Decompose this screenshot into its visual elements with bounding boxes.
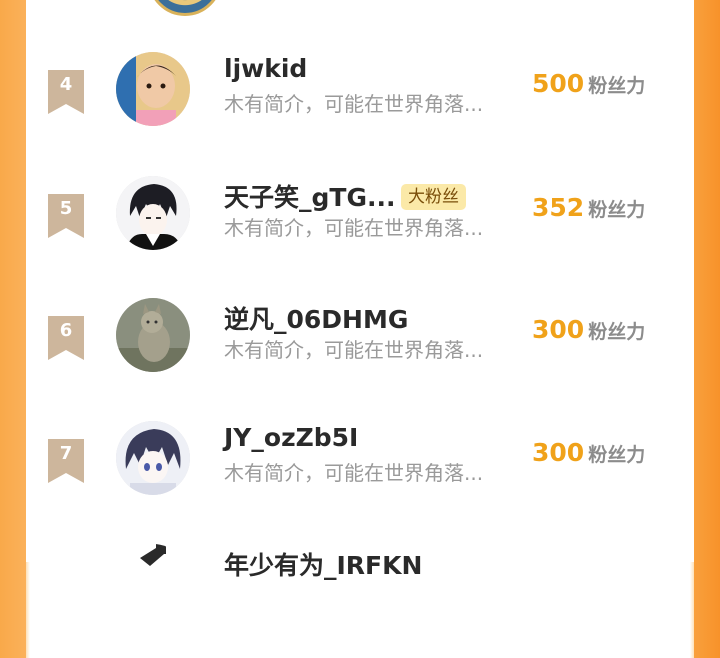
list-item[interactable]: 4 ljwkid 木有简介，可能在世界角落... 500 粉丝力 — [26, 52, 694, 166]
rank-badge: 6 — [48, 316, 84, 360]
avatar[interactable] — [116, 544, 190, 618]
rank-number: 4 — [59, 74, 73, 95]
rank-badge: 7 — [48, 439, 84, 483]
fan-power: 300 粉丝力 — [532, 438, 645, 467]
username[interactable]: JY_ozZb5I — [224, 423, 358, 452]
fan-power-unit: 粉丝力 — [588, 321, 646, 343]
rank-badge: 5 — [48, 194, 84, 238]
list-item[interactable]: 6 逆凡_06DHMG 木有简介，可能在世界角落... 300 粉丝力 — [26, 298, 694, 412]
rank-number: 7 — [59, 443, 73, 464]
avatar[interactable] — [116, 421, 190, 495]
list-item[interactable]: 年少有为_IRFKN — [26, 544, 694, 658]
avatar[interactable] — [116, 52, 190, 126]
username[interactable]: 年少有为_IRFKN — [224, 546, 422, 582]
fan-power-value: 300 — [532, 315, 585, 344]
fan-power: 352 粉丝力 — [532, 193, 645, 222]
fan-ranking-card: 4 ljwkid 木有简介，可能在世界角落... 500 粉丝力 5 天子笑_g… — [26, 0, 694, 618]
username[interactable]: 天子笑_gTG... — [224, 178, 395, 214]
fan-power-value: 352 — [532, 193, 585, 222]
avatar[interactable] — [116, 298, 190, 372]
rank-number: 6 — [59, 320, 73, 341]
list-item[interactable]: 5 天子笑_gTG... 大粉丝 木有简介，可能在世界角落... 352 粉丝力 — [26, 176, 694, 290]
list-item[interactable]: 7 JY_ozZb5I 木有简介，可能在世界角落... 300 粉丝力 — [26, 421, 694, 535]
fan-power-unit: 粉丝力 — [588, 444, 646, 466]
fan-power: 300 粉丝力 — [532, 315, 645, 344]
avatar[interactable] — [148, 0, 222, 16]
rank-number: 5 — [59, 198, 73, 219]
fan-power-unit: 粉丝力 — [588, 199, 646, 221]
rank-badge: 4 — [48, 70, 84, 114]
bio-text: 木有简介，可能在世界角落... — [224, 216, 484, 240]
username[interactable]: 逆凡_06DHMG — [224, 300, 408, 336]
status-badge: 大粉丝 — [401, 184, 466, 210]
username[interactable]: ljwkid — [224, 54, 307, 83]
fan-power-value: 500 — [532, 69, 585, 98]
bio-text: 木有简介，可能在世界角落... — [224, 92, 484, 116]
bio-text: 木有简介，可能在世界角落... — [224, 338, 484, 362]
fan-power-unit: 粉丝力 — [588, 75, 646, 97]
fan-power-value: 300 — [532, 438, 585, 467]
fan-power: 500 粉丝力 — [532, 69, 645, 98]
avatar[interactable] — [116, 176, 190, 250]
bio-text: 木有简介，可能在世界角落... — [224, 461, 484, 485]
